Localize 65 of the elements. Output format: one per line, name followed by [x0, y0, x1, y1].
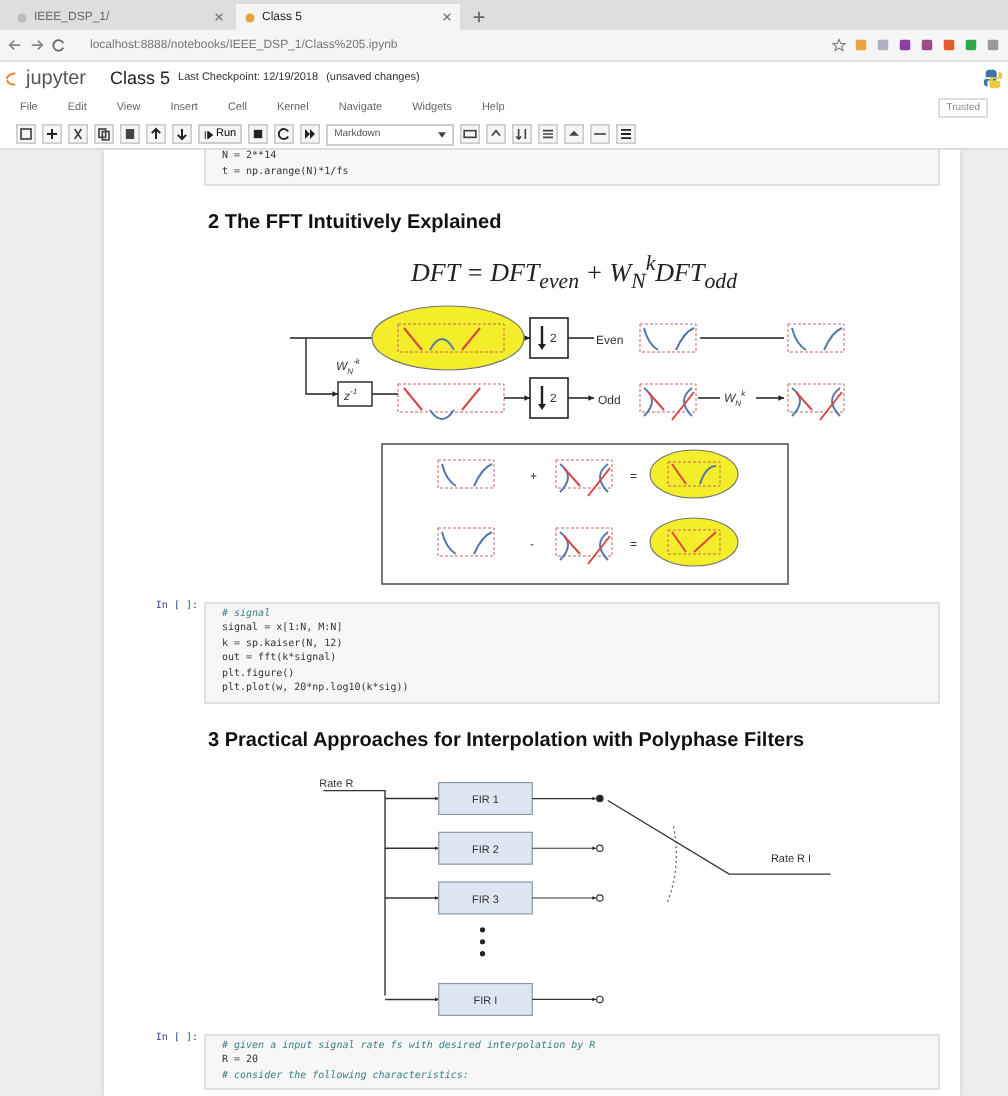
- ellipsis-dots: [479, 927, 486, 957]
- signal-arrow: [384, 846, 440, 851]
- spectrum-drawing: [639, 323, 697, 353]
- filter-block: [438, 881, 533, 915]
- delay-block: [337, 381, 373, 407]
- downsampler-block: [529, 317, 569, 359]
- branch-arrow: [305, 337, 339, 397]
- page-icon: [16, 11, 28, 23]
- signal-arrow: [567, 337, 595, 401]
- spectrum-drawing: [437, 527, 495, 557]
- clipboard-icon[interactable]: [120, 124, 140, 144]
- down-arrow-icon: [538, 385, 546, 410]
- down-arrow-icon: [538, 325, 546, 350]
- dft-equation: DFT = DFT$_{even}$ + W$_{N}$$^{k}$DFT$_{odd}$: [411, 252, 737, 294]
- close-icon[interactable]: [214, 12, 224, 22]
- star-icon[interactable]: [832, 38, 846, 52]
- stop-icon[interactable]: [248, 124, 269, 144]
- arrow-down-icon[interactable]: [172, 124, 192, 144]
- new-tab-icon[interactable]: [472, 10, 486, 24]
- spectrum-drawing: [787, 323, 845, 353]
- spectrum-drawing: [639, 383, 697, 421]
- signal-arrow: [384, 895, 440, 900]
- signal-arrow: [384, 997, 440, 1002]
- back-icon[interactable]: [8, 38, 22, 52]
- menu-icon[interactable]: [616, 124, 637, 144]
- notebook-title[interactable]: Class 5: [110, 68, 171, 88]
- reload-icon[interactable]: [52, 38, 66, 52]
- python-logo-icon: [982, 67, 1004, 89]
- spectrum-drawing: [397, 383, 505, 420]
- forward-icon[interactable]: [30, 38, 44, 52]
- chevron-icon[interactable]: [486, 124, 507, 144]
- rotation-arc: [666, 825, 677, 903]
- app-name: jupyter: [26, 67, 87, 89]
- spectrum-drawing: [555, 459, 613, 497]
- sort-icon[interactable]: [512, 124, 533, 144]
- page-icon: [244, 11, 256, 23]
- signal-arrow: [697, 337, 785, 401]
- close-icon[interactable]: [442, 12, 452, 22]
- restart-icon[interactable]: [274, 124, 295, 144]
- list-icon[interactable]: [538, 124, 559, 144]
- highlighted-spectrum-drawing: [649, 449, 739, 499]
- spectrum-drawing: [555, 527, 613, 565]
- filter-block: [438, 982, 533, 1016]
- section-heading: 3 Practical Approaches for Interpolation with Polyphase Filters: [208, 729, 805, 752]
- spectrum-drawing: [397, 323, 505, 353]
- filter-block: [438, 781, 533, 815]
- spectrum-drawing: [437, 459, 495, 489]
- caret-icon: [438, 131, 447, 137]
- filter-block: [438, 831, 533, 865]
- logo-icon: [4, 67, 18, 89]
- arrow-up-icon[interactable]: [146, 124, 166, 144]
- copy-icon[interactable]: [94, 124, 114, 144]
- plus-icon[interactable]: [42, 124, 62, 144]
- scissors-icon[interactable]: [68, 124, 88, 144]
- keyboard-icon[interactable]: [460, 124, 481, 144]
- highlighted-spectrum-drawing: [649, 517, 739, 567]
- step-icon: [204, 129, 214, 139]
- signal-arrow: [384, 796, 440, 801]
- fast-forward-icon[interactable]: [300, 124, 321, 144]
- dash-icon[interactable]: [590, 124, 611, 144]
- section-heading: 2 The FFT Intuitively Explained: [208, 212, 502, 234]
- downsampler-block: [529, 377, 569, 419]
- save-icon[interactable]: [16, 124, 36, 144]
- upload-icon[interactable]: [564, 124, 585, 144]
- spectrum-drawing: [787, 383, 845, 421]
